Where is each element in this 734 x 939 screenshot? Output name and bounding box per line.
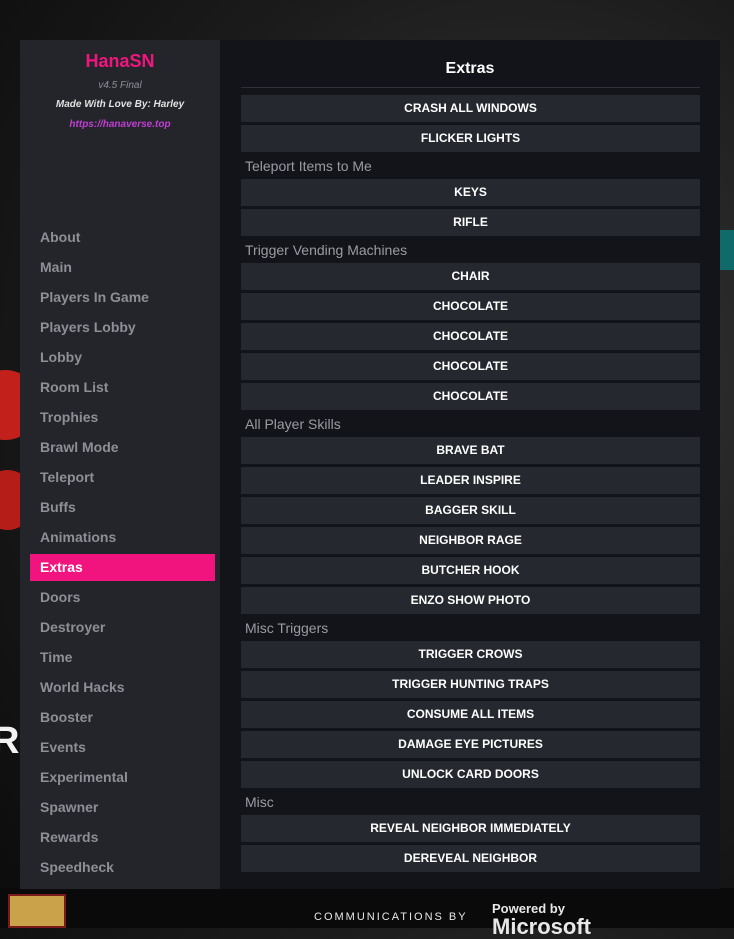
section-header-teleport-items-to-me: Teleport Items to Me (245, 158, 372, 174)
mod-menu-window: HanaSN v4.5 Final Made With Love By: Har… (20, 40, 720, 889)
sidebar-item-lobby[interactable]: Lobby (30, 344, 215, 371)
crash-all-windows-button[interactable]: CRASH ALL WINDOWS (241, 95, 700, 122)
sidebar-item-main[interactable]: Main (30, 254, 215, 281)
sidebar-item-players-in-game[interactable]: Players In Game (30, 284, 215, 311)
trigger-hunting-traps-button[interactable]: TRIGGER HUNTING TRAPS (241, 671, 700, 698)
chocolate-button[interactable]: CHOCOLATE (241, 293, 700, 320)
sidebar-item-booster[interactable]: Booster (30, 704, 215, 731)
sidebar-item-teleport[interactable]: Teleport (30, 464, 215, 491)
sidebar-item-buffs[interactable]: Buffs (30, 494, 215, 521)
chair-button[interactable]: CHAIR (241, 263, 700, 290)
trigger-crows-button[interactable]: TRIGGER CROWS (241, 641, 700, 668)
dereveal-neighbor-button[interactable]: DEREVEAL NEIGHBOR (241, 845, 700, 872)
footer-microsoft: Microsoft (492, 914, 591, 939)
section-header-trigger-vending-machines: Trigger Vending Machines (245, 242, 408, 258)
sidebar-item-destroyer[interactable]: Destroyer (30, 614, 215, 641)
footer-communications: COMMUNICATIONS BY (314, 911, 468, 923)
reveal-neighbor-immediately-button[interactable]: REVEAL NEIGHBOR IMMEDIATELY (241, 815, 700, 842)
sidebar-item-events[interactable]: Events (30, 734, 215, 761)
keys-button[interactable]: KEYS (241, 179, 700, 206)
sidebar-item-spawner[interactable]: Spawner (30, 794, 215, 821)
bagger-skill-button[interactable]: BAGGER SKILL (241, 497, 700, 524)
leader-inspire-button[interactable]: LEADER INSPIRE (241, 467, 700, 494)
section-header-all-player-skills: All Player Skills (245, 416, 341, 432)
sidebar-item-brawl-mode[interactable]: Brawl Mode (30, 434, 215, 461)
sidebar-item-trophies[interactable]: Trophies (30, 404, 215, 431)
brand-credit: Made With Love By: Harley (55, 99, 185, 110)
neighbor-rage-button[interactable]: NEIGHBOR RAGE (241, 527, 700, 554)
sidebar-item-animations[interactable]: Animations (30, 524, 215, 551)
chocolate-button[interactable]: CHOCOLATE (241, 353, 700, 380)
brave-bat-button[interactable]: BRAVE BAT (241, 437, 700, 464)
brand-version: v4.5 Final (98, 80, 142, 91)
chocolate-button[interactable]: CHOCOLATE (241, 323, 700, 350)
section-header-misc: Misc (245, 794, 274, 810)
page-title: Extras (445, 60, 495, 77)
chocolate-button[interactable]: CHOCOLATE (241, 383, 700, 410)
content-panel: Extras CRASH ALL WINDOWS FLICKER LIGHTS Te… (220, 40, 720, 889)
sidebar-nav: About Main Players In Game Players Lobby Lob… (30, 224, 215, 884)
brand-link[interactable]: https://hanaverse.top (20, 119, 220, 130)
sidebar-item-extras[interactable]: Extras (30, 554, 215, 581)
section-header-misc-triggers: Misc Triggers (245, 620, 329, 636)
sidebar-item-time[interactable]: Time (30, 644, 215, 671)
sidebar-item-doors[interactable]: Doors (30, 584, 215, 611)
sidebar-item-players-lobby[interactable]: Players Lobby (30, 314, 215, 341)
rifle-button[interactable]: RIFLE (241, 209, 700, 236)
butcher-hook-button[interactable]: BUTCHER HOOK (241, 557, 700, 584)
damage-eye-pictures-button[interactable]: DAMAGE EYE PICTURES (241, 731, 700, 758)
unlock-card-doors-button[interactable]: UNLOCK CARD DOORS (241, 761, 700, 788)
sidebar: HanaSN v4.5 Final Made With Love By: Har… (20, 40, 220, 889)
enzo-show-photo-button[interactable]: ENZO SHOW PHOTO (241, 587, 700, 614)
game-logo-icon (8, 894, 66, 928)
brand-title: HanaSN (85, 51, 155, 71)
content-rows: CRASH ALL WINDOWS FLICKER LIGHTS Teleport … (241, 95, 700, 875)
sidebar-item-rewards[interactable]: Rewards (30, 824, 215, 851)
sidebar-item-speedheck[interactable]: Speedheck (30, 854, 215, 881)
flicker-lights-button[interactable]: FLICKER LIGHTS (241, 125, 700, 152)
background-letter: R (0, 720, 20, 762)
title-divider (241, 87, 700, 88)
consume-all-items-button[interactable]: CONSUME ALL ITEMS (241, 701, 700, 728)
sidebar-item-room-list[interactable]: Room List (30, 374, 215, 401)
sidebar-item-world-hacks[interactable]: World Hacks (30, 674, 215, 701)
sidebar-item-experimental[interactable]: Experimental (30, 764, 215, 791)
sidebar-item-about[interactable]: About (30, 224, 215, 251)
